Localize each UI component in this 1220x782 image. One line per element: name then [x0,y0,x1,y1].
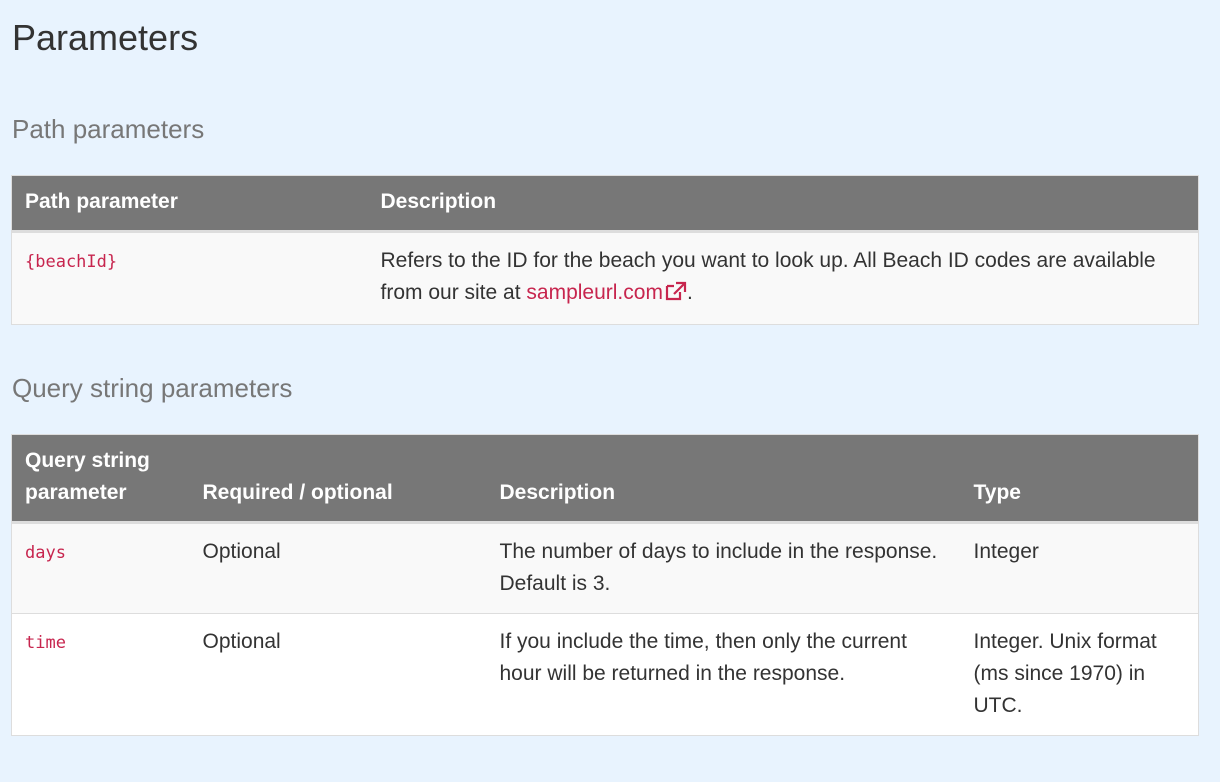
link-text: sampleurl.com [526,281,663,304]
external-link-icon [665,279,687,311]
column-header-description: Description [367,175,1199,233]
sampleurl-link[interactable]: sampleurl.com [526,281,687,304]
required-cell: Optional [189,522,487,614]
table-header-row: Path parameter Description [11,175,1199,233]
column-header-description: Description [486,434,961,524]
table-row: days Optional The number of days to incl… [11,522,1199,614]
description-text: Refers to the ID for the beach you want … [380,249,1156,304]
table-row: time Optional If you include the time, t… [11,613,1199,736]
table-header-row: Query string parameter Required / option… [11,434,1199,524]
page-title: Parameters [12,17,199,58]
type-cell: Integer. Unix format (ms since 1970) in … [960,613,1199,736]
column-header-query-parameter: Query string parameter [11,434,190,524]
param-name: time [25,633,66,653]
param-name-cell: {beachId} [11,231,368,325]
type-cell: Integer [960,522,1199,614]
param-description-cell: Refers to the ID for the beach you want … [367,231,1199,325]
description-cell: If you include the time, then only the c… [486,613,961,736]
query-parameters-heading: Query string parameters [12,373,293,403]
documentation-page: Parameters Path parameters Path paramete… [0,0,1220,782]
path-parameters-heading: Path parameters [12,114,205,144]
param-name-cell: time [11,613,190,736]
param-name: {beachId} [25,252,118,272]
column-header-path-parameter: Path parameter [11,175,368,233]
path-parameters-table: Path parameter Description {beachId} Ref… [11,175,1199,325]
column-header-type: Type [960,434,1199,524]
param-name-cell: days [11,522,190,614]
description-suffix: . [686,281,693,304]
table-row: {beachId} Refers to the ID for the beach… [11,231,1199,325]
column-header-required: Required / optional [189,434,487,524]
query-parameters-table: Query string parameter Required / option… [11,434,1199,736]
description-cell: The number of days to include in the res… [486,522,961,614]
required-cell: Optional [189,613,487,736]
param-name: days [25,543,66,563]
